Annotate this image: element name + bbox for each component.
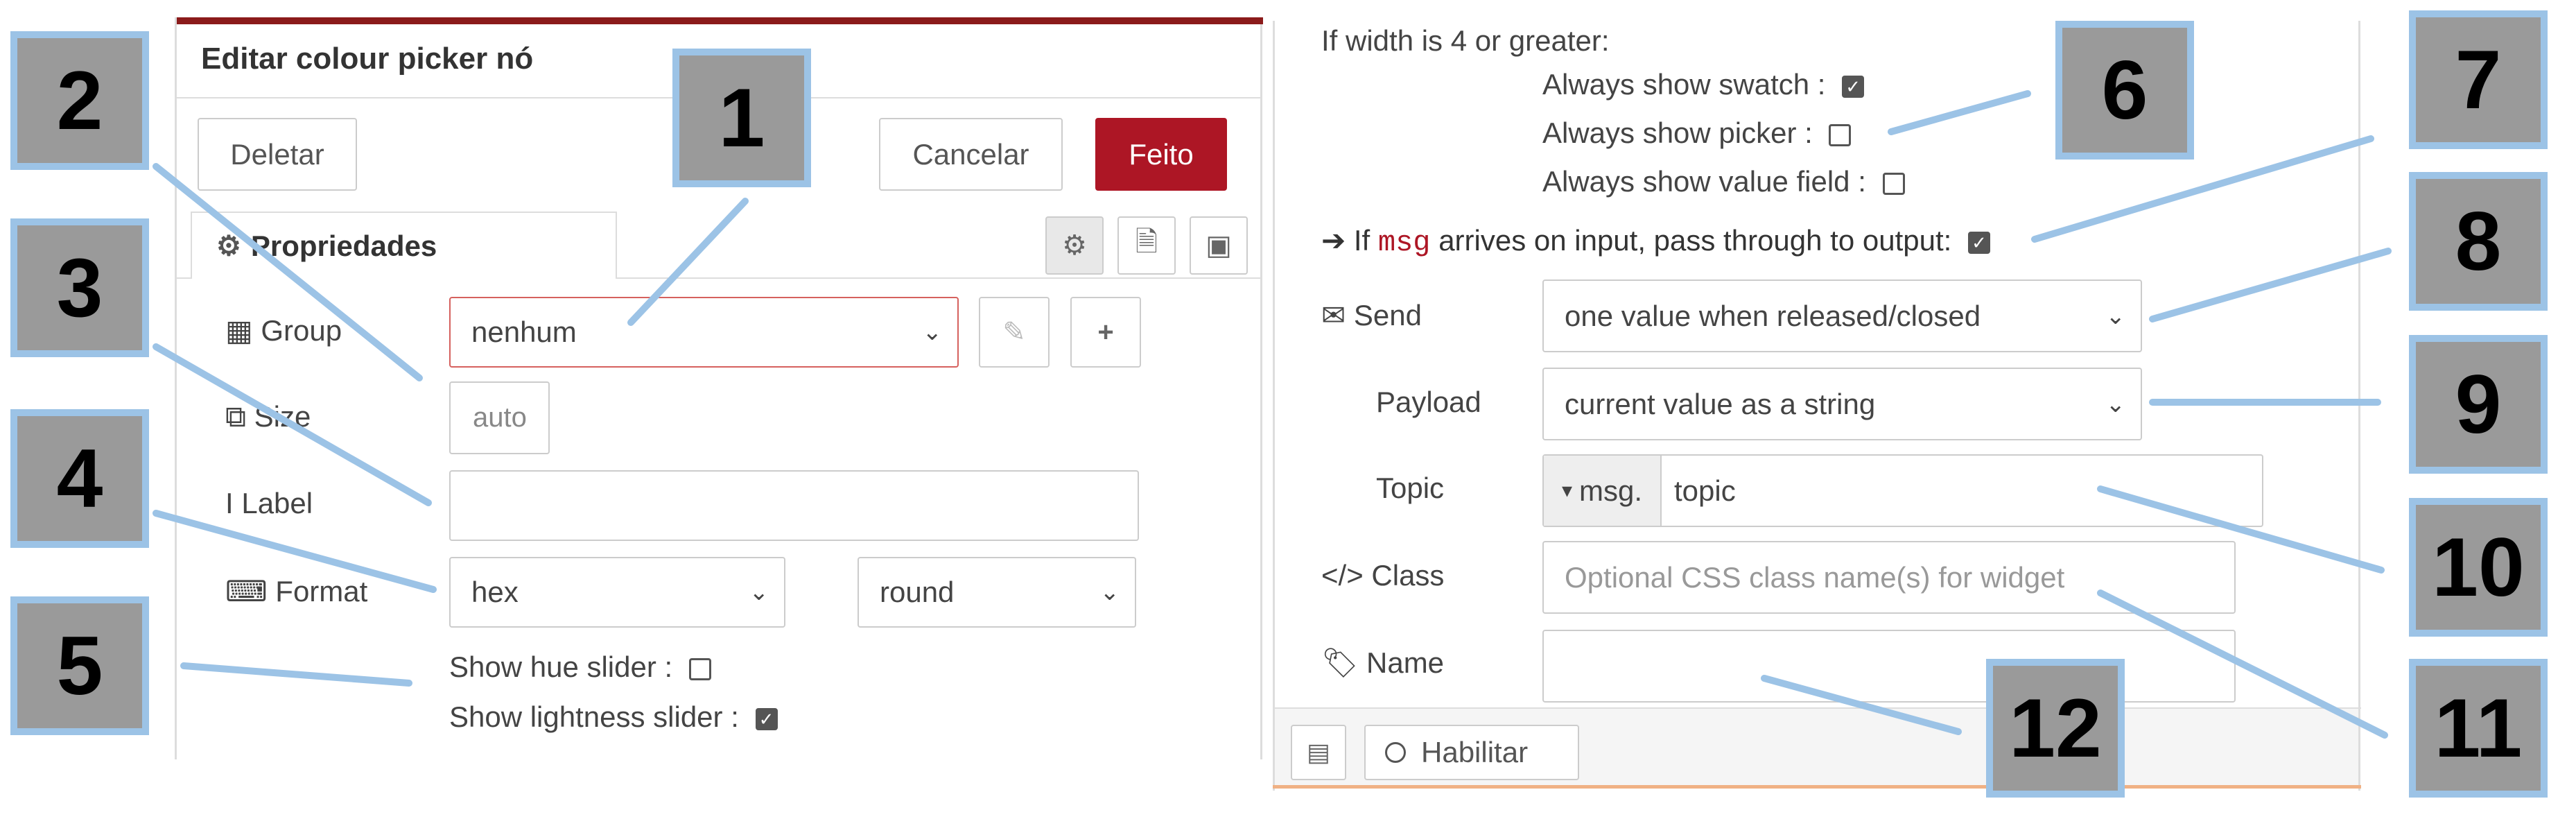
callout-3: 3 — [10, 218, 149, 357]
callout-line-11 — [2097, 589, 2388, 739]
callout-6: 6 — [2055, 21, 2194, 160]
callout-line-12 — [1761, 675, 1962, 735]
callout-line-2 — [153, 163, 423, 381]
callout-2: 2 — [10, 31, 149, 170]
callout-line-3 — [153, 343, 432, 506]
callout-1: 1 — [672, 49, 811, 187]
callout-4: 4 — [10, 409, 149, 548]
callout-line-5 — [180, 662, 412, 687]
callout-9: 9 — [2409, 335, 2548, 474]
callout-7: 7 — [2409, 10, 2548, 149]
callout-8: 8 — [2409, 172, 2548, 311]
callout-10: 10 — [2409, 498, 2548, 637]
callout-line-4 — [153, 510, 437, 593]
callout-line-6 — [1888, 90, 2031, 135]
callout-11: 11 — [2409, 659, 2548, 798]
callout-5: 5 — [10, 596, 149, 735]
callout-12: 12 — [1986, 659, 2125, 798]
callout-line-8 — [2149, 248, 2392, 322]
callout-line-10 — [2097, 485, 2385, 574]
callout-line-1 — [627, 198, 749, 326]
